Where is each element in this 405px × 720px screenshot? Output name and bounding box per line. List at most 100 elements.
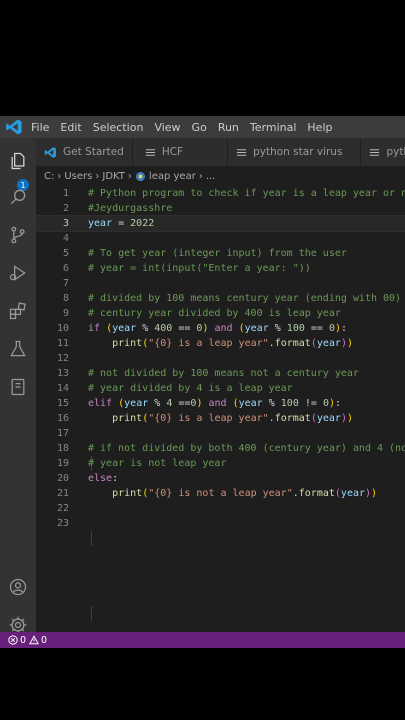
account-icon[interactable] — [5, 574, 31, 600]
code-token: 100 — [286, 323, 305, 334]
code-line[interactable]: 13 # not divided by 100 means not a centu… — [36, 366, 405, 381]
chevron-right-icon: › — [127, 170, 132, 182]
error-icon — [8, 635, 18, 645]
code-token: # divided by 100 means century year (end… — [88, 293, 402, 304]
code-token: year — [316, 338, 341, 349]
line-number: 1 — [62, 188, 69, 199]
code-text: print("{0} is not a leap year".format(ye… — [88, 486, 377, 501]
breadcrumb-user[interactable]: JDKT — [102, 171, 125, 182]
search-icon[interactable] — [5, 184, 31, 210]
code-token: == — [172, 398, 191, 409]
line-number: 14 — [56, 383, 69, 394]
code-line[interactable]: 19 # year is not leap year — [36, 456, 405, 471]
indent-guide — [91, 606, 92, 621]
code-token: year — [244, 323, 269, 334]
code-token: % — [268, 323, 287, 334]
code-token: != — [298, 398, 323, 409]
code-line[interactable]: 16 print("{0} is a leap year".format(yea… — [36, 411, 405, 426]
extensions-icon[interactable] — [5, 298, 31, 324]
code-line[interactable]: 21 print("{0} is not a leap year".format… — [36, 486, 405, 501]
line-number: 20 — [56, 473, 69, 484]
code-token: format — [274, 338, 311, 349]
tab-label: Get Started — [63, 146, 124, 158]
menu-run[interactable]: Run — [218, 121, 239, 134]
menu-file[interactable]: File — [31, 121, 49, 134]
code-line[interactable]: 2 #Jeydurgasshre — [36, 201, 405, 216]
code-editor[interactable]: 1 # Python program to check if year is a … — [36, 186, 405, 632]
chevron-right-icon: › — [198, 170, 203, 182]
testing-flask-icon[interactable] — [5, 336, 31, 362]
code-token: == — [304, 323, 329, 334]
menu-bar: File Edit Selection View Go Run Terminal… — [0, 116, 405, 138]
menu-selection[interactable]: Selection — [93, 121, 144, 134]
source-control-icon[interactable] — [5, 222, 31, 248]
status-bar: 0 0 — [0, 632, 405, 648]
code-line[interactable]: 9 # century year divided by 400 is leap y… — [36, 306, 405, 321]
warning-icon — [29, 635, 40, 645]
tab-label: python star virus — [253, 146, 343, 158]
code-token: 100 — [280, 398, 299, 409]
line-number: 3 — [62, 218, 69, 229]
code-line[interactable]: 6 # year = int(input("Enter a year: ")) — [36, 261, 405, 276]
code-line[interactable]: 12 — [36, 351, 405, 366]
line-number: 15 — [56, 398, 69, 409]
breadcrumb-users[interactable]: Users — [64, 171, 92, 182]
vscode-icon — [44, 146, 57, 159]
code-token: print — [112, 413, 143, 424]
warning-count: 0 — [41, 634, 48, 646]
code-line[interactable]: 18 # if not divided by both 400 (century … — [36, 441, 405, 456]
tab-label: pytho — [386, 146, 405, 158]
code-text: print("{0} is a leap year".format(year)) — [88, 336, 353, 351]
menu-view[interactable]: View — [154, 121, 180, 134]
code-token: year — [112, 323, 137, 334]
code-text: # year is not leap year — [88, 456, 226, 471]
code-line[interactable]: 3 year = 2022 — [36, 215, 405, 232]
code-token: == — [172, 323, 197, 334]
line-number: 17 — [56, 428, 69, 439]
code-line[interactable]: 14 # year divided by 4 is a leap year — [36, 381, 405, 396]
code-text: # century year divided by 400 is leap ye… — [88, 306, 341, 321]
code-token: year — [88, 218, 113, 229]
breadcrumb-drive[interactable]: C: — [44, 171, 54, 182]
tab-hcf[interactable]: HCF — [132, 138, 229, 166]
breadcrumb-file[interactable]: leap year — [149, 171, 196, 182]
problems-indicator[interactable]: 0 0 — [8, 635, 47, 646]
code-line[interactable]: 4 — [36, 231, 405, 246]
breadcrumb-more[interactable]: ... — [206, 171, 216, 182]
code-line[interactable]: 7 — [36, 276, 405, 291]
code-text: # To get year (integer input) from the u… — [88, 246, 347, 261]
menu-terminal[interactable]: Terminal — [250, 121, 297, 134]
notebook-icon[interactable] — [5, 374, 31, 400]
line-number: 2 — [62, 203, 69, 214]
code-line[interactable]: 5 # To get year (integer input) from the … — [36, 246, 405, 261]
code-token: # year divided by 4 is a leap year — [88, 383, 293, 394]
menu-go[interactable]: Go — [192, 121, 207, 134]
code-token: % — [148, 398, 167, 409]
code-line[interactable]: 17 — [36, 426, 405, 441]
code-text: # if not divided by both 400 (century ye… — [88, 441, 405, 456]
code-line[interactable]: 22 — [36, 501, 405, 516]
line-number: 9 — [62, 308, 69, 319]
code-token: # year = int(input("Enter a year: ")) — [88, 263, 311, 274]
run-debug-icon[interactable] — [5, 260, 31, 286]
code-line[interactable]: 10 if (year % 400 == 0) and (year % 100 =… — [36, 321, 405, 336]
menu-help[interactable]: Help — [307, 121, 332, 134]
code-line[interactable]: 15 elif (year % 4 ==0) and (year % 100 !=… — [36, 396, 405, 411]
explorer-icon[interactable] — [5, 148, 31, 174]
code-text: # divided by 100 means century year (end… — [88, 291, 401, 306]
tab-python-star-virus[interactable]: python star virus — [228, 138, 362, 166]
code-line[interactable]: 1 # Python program to check if year is a … — [36, 186, 405, 201]
code-line[interactable]: 23 — [36, 516, 405, 531]
menu-edit[interactable]: Edit — [60, 121, 81, 134]
code-line[interactable]: 20 else: — [36, 471, 405, 486]
code-token: 400 — [154, 323, 173, 334]
code-line[interactable]: 11 print("{0} is a leap year".format(yea… — [36, 336, 405, 351]
tab-pytho[interactable]: pytho — [361, 138, 405, 166]
code-line[interactable]: 8 # divided by 100 means century year (en… — [36, 291, 405, 306]
tab-get-started[interactable]: Get Started — [36, 138, 133, 166]
vscode-logo-icon[interactable] — [5, 118, 23, 136]
code-text: if (year % 400 == 0) and (year % 100 == … — [88, 321, 347, 336]
code-token: year — [124, 398, 149, 409]
